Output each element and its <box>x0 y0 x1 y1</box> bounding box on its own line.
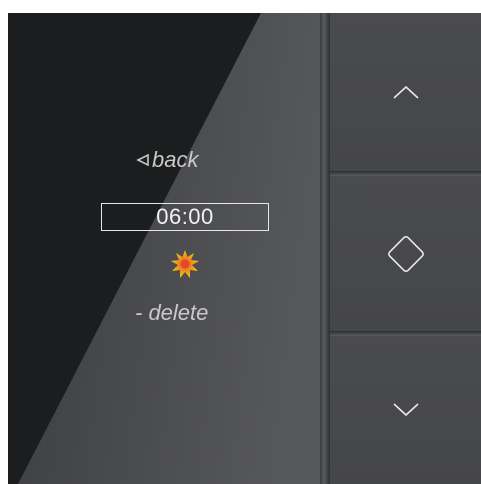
time-field[interactable]: 06:00 <box>101 203 269 231</box>
chevron-up-icon <box>392 85 419 99</box>
display-screen: back 06:00 - delete <box>8 13 320 484</box>
delete-option[interactable]: - delete <box>135 300 208 326</box>
back-label: back <box>152 147 199 172</box>
thermostat-device: back 06:00 - delete <box>8 13 481 484</box>
chevron-down-icon <box>392 403 419 417</box>
sun-icon <box>171 250 199 278</box>
down-button[interactable] <box>330 336 481 484</box>
up-button[interactable] <box>330 13 481 171</box>
back-option[interactable]: back <box>136 147 198 173</box>
screen-glare <box>18 13 320 484</box>
ok-button[interactable] <box>330 176 481 331</box>
diamond-icon <box>387 235 424 272</box>
panel-divider <box>320 13 330 484</box>
back-arrow-icon <box>136 153 149 167</box>
